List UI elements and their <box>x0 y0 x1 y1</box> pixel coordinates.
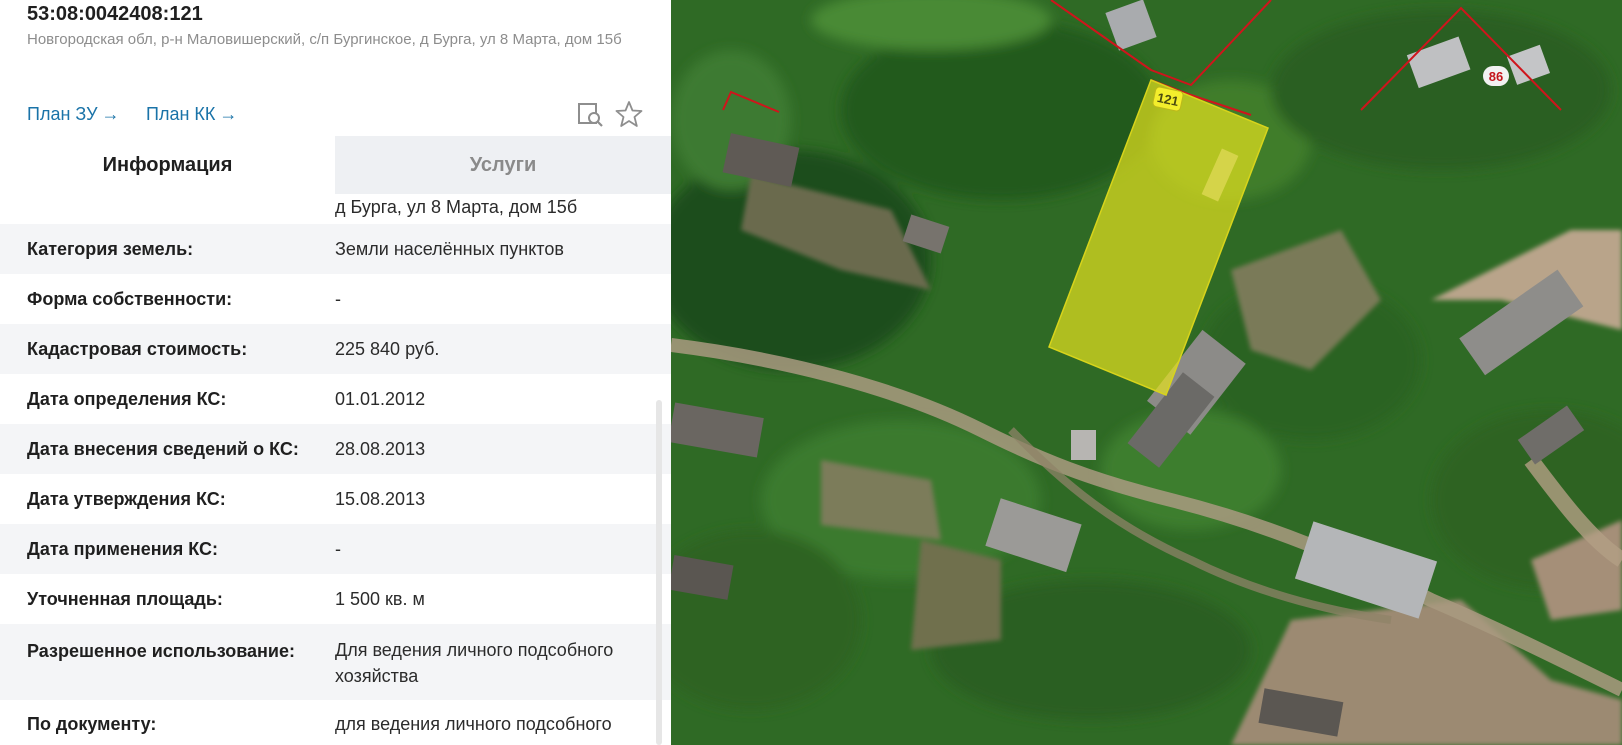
table-row: Разрешенное использование: Для ведения л… <box>0 624 671 700</box>
table-row: Дата применения КС: - <box>0 524 671 574</box>
row-value: - <box>335 539 341 559</box>
row-value: 15.08.2013 <box>335 489 426 509</box>
plan-kk-label: План КК <box>146 104 216 124</box>
row-label: Категория земель: <box>27 239 194 259</box>
arrow-right-icon: → <box>101 104 120 124</box>
table-row: Форма собственности: - <box>0 274 671 324</box>
row-label: По документу: <box>27 714 157 734</box>
table-row: Кадастровая стоимость: 225 840 руб. <box>0 324 671 374</box>
table-row: Дата определения КС: 01.01.2012 <box>0 374 671 424</box>
table-row: Уточненная площадь: 1 500 кв. м <box>0 574 671 624</box>
row-label: Дата внесения сведений о КС: <box>27 439 299 459</box>
tab-bar: Информация Услуги <box>0 136 671 194</box>
row-value: 225 840 руб. <box>335 339 440 359</box>
row-label: Дата применения КС: <box>27 539 218 559</box>
row-value: 28.08.2013 <box>335 439 426 459</box>
parcel-label-86[interactable]: 86 <box>1483 66 1509 86</box>
row-value: 01.01.2012 <box>335 389 426 409</box>
address-tail-value: д Бурга, ул 8 Марта, дом 15б <box>335 197 578 217</box>
table-row: Категория земель: Земли населённых пункт… <box>0 224 671 274</box>
row-label: Разрешенное использование: <box>27 641 295 661</box>
row-label: Дата определения КС: <box>27 389 227 409</box>
star-icon[interactable] <box>615 100 643 128</box>
plan-zu-link[interactable]: План ЗУ → <box>27 104 120 125</box>
table-row: Дата утверждения КС: 15.08.2013 <box>0 474 671 524</box>
table-row: По документу: для ведения личного подсоб… <box>0 700 671 745</box>
row-value: для ведения личного подсобного <box>335 714 612 734</box>
row-label: Дата утверждения КС: <box>27 489 226 509</box>
search-doc-icon[interactable] <box>576 100 604 128</box>
info-panel: 53:08:0042408:121 Новгородская обл, р-н … <box>0 0 671 745</box>
cadastral-number: 53:08:0042408:121 <box>27 3 203 25</box>
parcel-address: Новгородская обл, р-н Маловишерский, с/п… <box>27 31 622 48</box>
satellite-map[interactable]: 121 86 <box>671 0 1622 745</box>
row-value: 1 500 кв. м <box>335 589 425 609</box>
row-label: Кадастровая стоимость: <box>27 339 248 359</box>
row-value: Для ведения личного подсобного хозяйства <box>335 640 614 686</box>
row-value: Земли населённых пунктов <box>335 239 564 259</box>
row-value: - <box>335 289 341 309</box>
row-label: Уточненная площадь: <box>27 589 223 609</box>
tab-services[interactable]: Услуги <box>335 136 671 194</box>
arrow-right-icon: → <box>219 104 238 124</box>
plan-kk-link[interactable]: План КК → <box>146 104 237 125</box>
row-label: Форма собственности: <box>27 289 233 309</box>
table-row: Дата внесения сведений о КС: 28.08.2013 <box>0 424 671 474</box>
plan-zu-label: План ЗУ <box>27 104 98 124</box>
tab-information[interactable]: Информация <box>0 136 335 194</box>
parcel-label-86-text: 86 <box>1489 69 1503 84</box>
scrollbar[interactable] <box>656 400 662 745</box>
address-tail-row: д Бурга, ул 8 Марта, дом 15б <box>0 194 671 224</box>
